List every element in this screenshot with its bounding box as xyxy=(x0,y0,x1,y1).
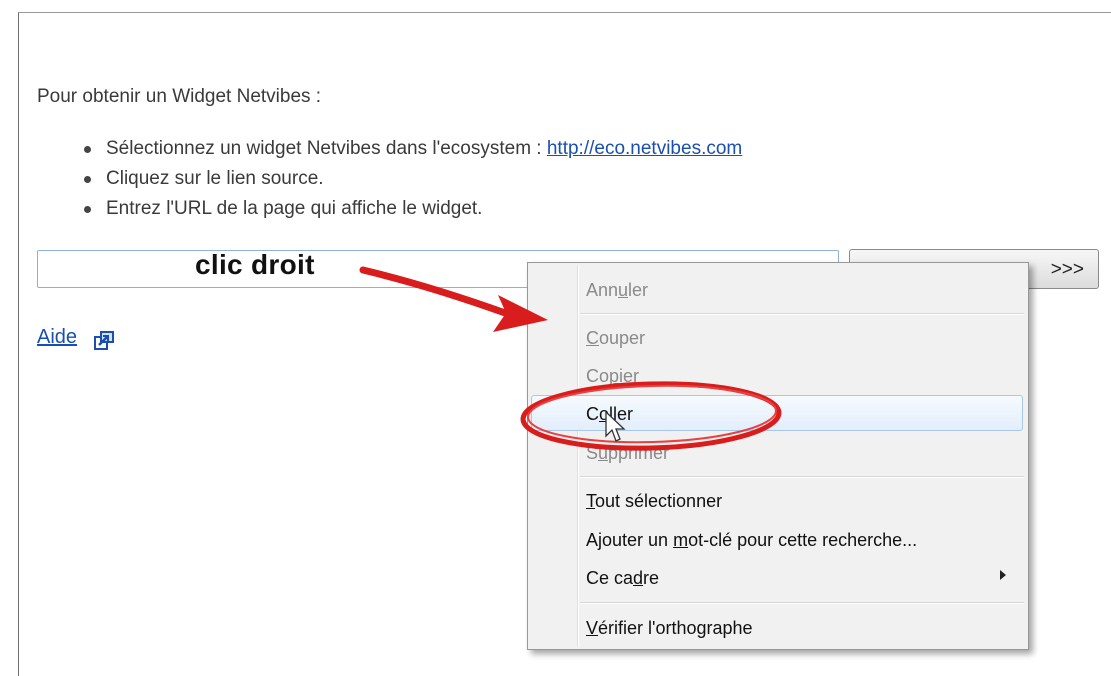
list-item: Cliquez sur le lien source. xyxy=(80,164,742,194)
bullet-icon xyxy=(84,176,91,183)
menu-item-frame[interactable]: Ce cadre xyxy=(586,567,659,589)
menu-item-delete[interactable]: Supprimer xyxy=(586,442,669,464)
menu-item-add-keyword[interactable]: Ajouter un mot-clé pour cette recherche.… xyxy=(586,529,917,551)
menu-item-cut[interactable]: Couper xyxy=(586,327,645,349)
ecosystem-link[interactable]: http://eco.netvibes.com xyxy=(547,138,742,159)
menu-item-spellcheck[interactable]: Vérifier l'orthographe xyxy=(586,617,753,639)
step-text: Sélectionnez un widget Netvibes dans l'e… xyxy=(106,138,547,159)
submit-button-label: >>> xyxy=(1050,259,1084,280)
intro-text: Pour obtenir un Widget Netvibes : xyxy=(37,86,322,107)
submenu-arrow-icon xyxy=(1000,570,1006,580)
bullet-icon xyxy=(84,146,91,153)
menu-item-copy[interactable]: Copier xyxy=(586,365,639,387)
external-link-icon[interactable] xyxy=(93,330,115,352)
step-text: Cliquez sur le lien source. xyxy=(106,168,324,189)
menu-separator xyxy=(580,602,1024,604)
steps-list: Sélectionnez un widget Netvibes dans l'e… xyxy=(80,134,742,224)
bullet-icon xyxy=(84,206,91,213)
menu-item-paste[interactable]: Coller xyxy=(586,403,633,425)
help-link[interactable]: Aide xyxy=(37,326,77,349)
annotation-label: clic droit xyxy=(195,249,315,280)
step-text: Entrez l'URL de la page qui affiche le w… xyxy=(106,198,483,219)
menu-separator xyxy=(580,476,1024,478)
menu-item-select-all[interactable]: Tout sélectionner xyxy=(586,490,722,512)
list-item: Entrez l'URL de la page qui affiche le w… xyxy=(80,194,742,224)
list-item: Sélectionnez un widget Netvibes dans l'e… xyxy=(80,134,742,164)
menu-item-undo[interactable]: Annuler xyxy=(586,279,648,301)
context-menu: Annuler Couper Copier Coller Supprimer T… xyxy=(527,262,1029,650)
menu-separator xyxy=(580,313,1024,315)
